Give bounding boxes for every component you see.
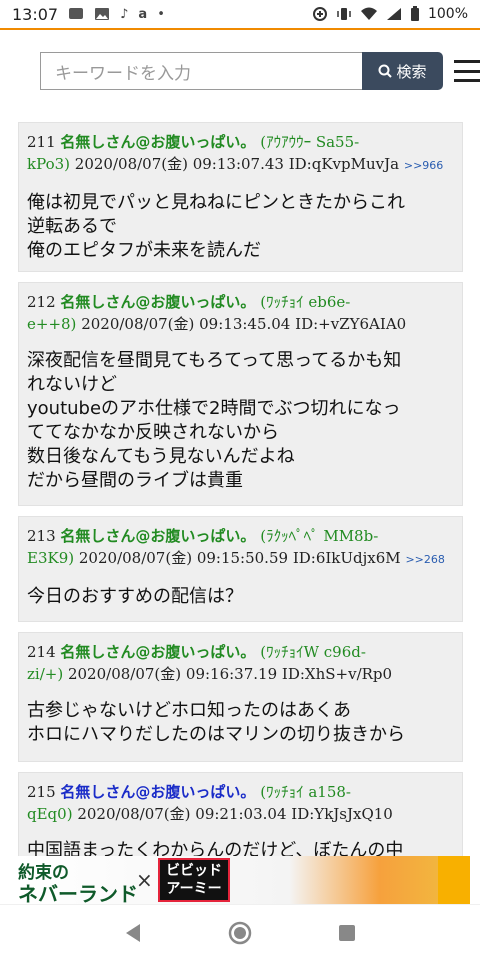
post-body-line: 古参じゃないけどホロ知ったのはあくあ bbox=[27, 700, 351, 721]
poster-trip: (ﾗｸｯﾍﾟﾍﾟ MM8b- bbox=[260, 527, 379, 545]
tiktok-icon: ♪ bbox=[120, 6, 129, 22]
post: 213 名無しさん@お腹いっぱい。 (ﾗｸｯﾍﾟﾍﾟ MM8b- E3K9) 2… bbox=[18, 516, 463, 622]
post-body-line: 俺のエピタフが未来を読んだ bbox=[27, 240, 261, 261]
ad-banner[interactable]: 約束の ネバーランド × ビビッド アーミー bbox=[18, 856, 470, 904]
post-date: 2020/08/07(金) 09:15:50.59 bbox=[78, 549, 289, 567]
poster-trip: e++8) bbox=[27, 315, 77, 333]
post-body-line: ホロにハマりだしたのはマリンの切り抜きから bbox=[27, 724, 405, 745]
ad-vivid-line2: アーミー bbox=[166, 881, 222, 897]
status-bar: 13:07 ♪ a • 100% bbox=[0, 0, 480, 28]
post-id[interactable]: ID:XhS+v/Rp0 bbox=[282, 665, 392, 683]
post-body: 中国語まったくわからんのだけど、ぼたんの中 bbox=[27, 839, 452, 856]
post-number: 215 bbox=[27, 783, 56, 801]
poster-trip: (ｱｳｱｳｳｰ Sa55- bbox=[260, 133, 360, 151]
amazon-icon: a bbox=[138, 6, 148, 22]
signal-icon bbox=[386, 8, 401, 20]
post-body-line: 中国語まったくわからんのだけど、ぼたんの中 bbox=[27, 840, 404, 856]
post-body: 古参じゃないけどホロ知ったのはあくあ ホロにハマりだしたのはマリンの切り抜きから bbox=[27, 699, 452, 747]
post-body: 俺は初見でパッと見ねねにピンときたからこれ 逆転あるで 俺のエピタフが未来を読ん… bbox=[27, 191, 452, 263]
post-header: 212 名無しさん@お腹いっぱい。 (ﾜｯﾁｮｲ eb6e- e++8) 202… bbox=[27, 291, 452, 335]
post-id[interactable]: ID:6IkUdjx6M bbox=[293, 549, 401, 567]
poster-trip: qEq0) bbox=[27, 805, 73, 823]
post-body-line: 数日後なんてもう見ないんだよね bbox=[27, 446, 295, 467]
post-number: 213 bbox=[27, 527, 56, 545]
clock: 13:07 bbox=[12, 4, 59, 24]
post: 211 名無しさん@お腹いっぱい。 (ｱｳｱｳｳｰ Sa55- kPo3) 20… bbox=[18, 122, 463, 272]
ad-title-line2: ネバーランド bbox=[18, 882, 138, 904]
poster-trip: E3K9) bbox=[27, 549, 75, 567]
search-input[interactable]: キーワードを入力 bbox=[40, 52, 362, 90]
ad-times: × bbox=[136, 868, 153, 892]
post-date: 2020/08/07(金) 09:13:45.04 bbox=[81, 315, 291, 333]
poster-trip: (ﾜｯﾁｮｲ eb6e- bbox=[260, 293, 351, 311]
post-body-line: ててなかなか反映されないから bbox=[27, 422, 279, 443]
header: キーワードを入力 検索 bbox=[0, 30, 480, 116]
post-body-line: れないけど bbox=[27, 374, 117, 395]
poster-trip: kPo3) bbox=[27, 155, 71, 173]
post: 215 名無しさん@お腹いっぱい。 (ﾜｯﾁｮｲ a158- qEq0) 202… bbox=[18, 772, 463, 856]
notification-icons: ♪ a • bbox=[68, 7, 165, 22]
post: 212 名無しさん@お腹いっぱい。 (ﾜｯﾁｮｲ eb6e- e++8) 202… bbox=[18, 282, 463, 506]
post-body: 深夜配信を昼間見てもろてって思ってるかも知 れないけど youtubeのアホ仕様… bbox=[27, 349, 452, 493]
system-icons: 100% bbox=[312, 6, 468, 22]
post-date: 2020/08/07(金) 09:13:07.43 bbox=[74, 155, 284, 173]
post-body: 今日のおすすめの配信は？ bbox=[27, 585, 452, 609]
battery-icon bbox=[410, 6, 419, 21]
poster-name[interactable]: 名無しさん@お腹いっぱい。 bbox=[60, 643, 255, 661]
post-header: 213 名無しさん@お腹いっぱい。 (ﾗｸｯﾍﾟﾍﾟ MM8b- E3K9) 2… bbox=[27, 525, 452, 571]
back-icon[interactable] bbox=[118, 918, 148, 948]
recents-icon[interactable] bbox=[332, 918, 362, 948]
post-number: 212 bbox=[27, 293, 56, 311]
poster-trip: zi/+) bbox=[27, 665, 64, 683]
post-id[interactable]: ID:YkJsJxQ10 bbox=[291, 805, 393, 823]
thread-content: 211 名無しさん@お腹いっぱい。 (ｱｳｱｳｳｰ Sa55- kPo3) 20… bbox=[0, 116, 480, 856]
post-header: 214 名無しさん@お腹いっぱい。 (ﾜｯﾁｮｲW c96d- zi/+) 20… bbox=[27, 641, 452, 685]
post-number: 214 bbox=[27, 643, 56, 661]
gallery-icon bbox=[95, 8, 110, 20]
home-icon[interactable] bbox=[225, 918, 255, 948]
post-id[interactable]: ID:+vZY6AIA0 bbox=[295, 315, 406, 333]
poster-name[interactable]: 名無しさん@お腹いっぱい。 bbox=[60, 133, 255, 151]
search-button-label: 検索 bbox=[396, 62, 427, 81]
post-date: 2020/08/07(金) 09:16:37.19 bbox=[67, 665, 278, 683]
post-header: 215 名無しさん@お腹いっぱい。 (ﾜｯﾁｮｲ a158- qEq0) 202… bbox=[27, 781, 452, 825]
post-body-line: だから昼間のライブは貴重 bbox=[27, 470, 243, 491]
sms-icon bbox=[69, 8, 84, 19]
post-header: 211 名無しさん@お腹いっぱい。 (ｱｳｱｳｳｰ Sa55- kPo3) 20… bbox=[27, 131, 452, 177]
ad-artwork bbox=[438, 856, 470, 904]
ad-vivid-logo: ビビッド アーミー bbox=[158, 858, 230, 902]
search-placeholder: キーワードを入力 bbox=[55, 63, 191, 84]
post-date: 2020/08/07(金) 09:21:03.04 bbox=[77, 805, 287, 823]
poster-name[interactable]: 名無しさん@お腹いっぱい。 bbox=[60, 783, 255, 801]
post-body-line: youtubeのアホ仕様で2時間でぶつ切れになっ bbox=[27, 398, 401, 419]
poster-name[interactable]: 名無しさん@お腹いっぱい。 bbox=[60, 293, 255, 311]
post-number: 211 bbox=[27, 133, 56, 151]
post-body-line: 深夜配信を昼間見てもろてって思ってるかも知 bbox=[27, 350, 402, 371]
search-button[interactable]: 検索 bbox=[362, 52, 443, 90]
ad-vivid-line1: ビビッド bbox=[166, 863, 222, 879]
post-id[interactable]: ID:qKvpMuvJa bbox=[289, 155, 399, 173]
reply-link[interactable]: >>268 bbox=[405, 553, 444, 566]
android-nav-bar bbox=[0, 904, 480, 960]
poster-trip: (ﾜｯﾁｮｲW c96d- bbox=[260, 643, 366, 661]
post-body-line: 今日のおすすめの配信は？ bbox=[27, 586, 243, 607]
vibrate-icon bbox=[337, 8, 351, 20]
poster-trip: (ﾜｯﾁｮｲ a158- bbox=[260, 783, 351, 801]
data-saver-icon bbox=[312, 7, 327, 21]
hamburger-menu-icon[interactable] bbox=[454, 60, 480, 82]
search-icon bbox=[378, 64, 393, 78]
poster-name[interactable]: 名無しさん@お腹いっぱい。 bbox=[60, 527, 255, 545]
post-body-line: 逆転あるで bbox=[27, 216, 117, 237]
post-body-line: 俺は初見でパッと見ねねにピンときたからこれ bbox=[27, 192, 405, 213]
reply-link[interactable]: >>966 bbox=[404, 159, 443, 172]
battery-percent: 100% bbox=[427, 6, 468, 22]
post: 214 名無しさん@お腹いっぱい。 (ﾜｯﾁｮｲW c96d- zi/+) 20… bbox=[18, 632, 463, 762]
wifi-icon bbox=[360, 7, 377, 20]
more-dot-icon: • bbox=[157, 6, 165, 22]
